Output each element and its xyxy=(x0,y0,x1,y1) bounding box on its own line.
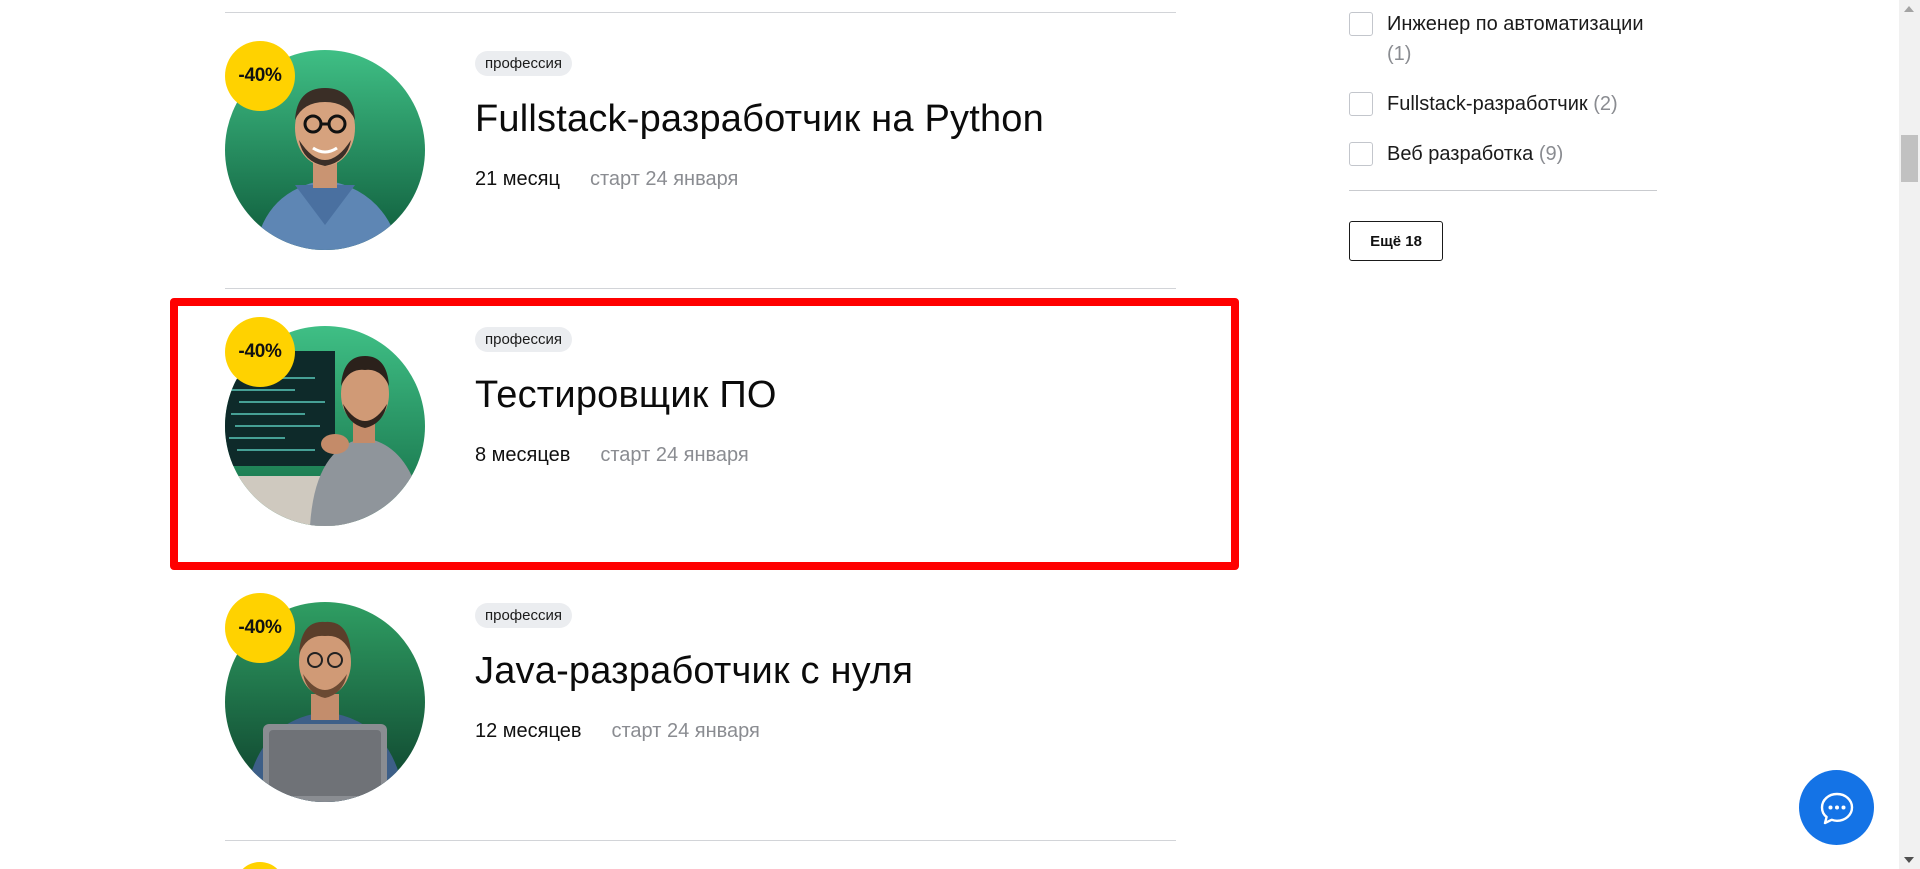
filter-checkbox[interactable] xyxy=(1349,142,1373,166)
discount-badge: -40% xyxy=(225,317,295,387)
chat-button[interactable] xyxy=(1799,770,1874,845)
course-duration: 12 месяцев xyxy=(475,720,582,742)
course-start-date: старт 24 января xyxy=(589,168,739,190)
course-start-date: старт 24 января xyxy=(600,444,749,466)
course-card[interactable]: -40% профессия Java-разработчик с нуля 1… xyxy=(225,564,1176,839)
filter-count: (1) xyxy=(1387,43,1412,65)
course-title[interactable]: Fullstack-разработчик на Python xyxy=(475,94,1044,144)
course-meta: 21 месяц старт 24 января xyxy=(475,166,738,192)
course-title[interactable]: Тестировщик ПО xyxy=(475,370,777,420)
discount-badge: -40% xyxy=(225,41,295,111)
filter-label-text: Инженер по автоматизации xyxy=(1387,13,1644,35)
filter-checkbox[interactable] xyxy=(1349,12,1373,36)
course-duration: 8 месяцев xyxy=(475,444,571,466)
filter-count: (2) xyxy=(1593,93,1618,115)
course-duration: 21 месяц xyxy=(475,168,560,190)
course-meta: 8 месяцев старт 24 января xyxy=(475,442,749,468)
course-title[interactable]: Java-разработчик с нуля xyxy=(475,646,913,696)
scroll-up-arrow-icon[interactable] xyxy=(1904,6,1914,12)
vertical-scrollbar[interactable] xyxy=(1899,0,1920,869)
discount-badge: -40% xyxy=(225,593,295,663)
course-type-tag: профессия xyxy=(475,603,572,628)
course-catalog-page: -40% профессия Fullstack-разработчик на … xyxy=(0,0,1920,869)
filter-option[interactable]: Fullstack-разработчик (2) xyxy=(1349,92,1618,119)
filter-label[interactable]: Fullstack-разработчик (2) xyxy=(1387,89,1618,119)
filter-label[interactable]: Веб разработка (9) xyxy=(1387,139,1563,169)
course-type-tag: профессия xyxy=(475,51,572,76)
scroll-down-arrow-icon[interactable] xyxy=(1904,857,1914,863)
chat-bubble-icon xyxy=(1820,792,1853,824)
filter-label-text: Веб разработка xyxy=(1387,143,1534,165)
course-meta: 12 месяцев старт 24 января xyxy=(475,718,760,744)
list-divider xyxy=(225,840,1176,841)
filter-label[interactable]: Инженер по автоматизации (1) xyxy=(1387,9,1687,69)
filter-checkbox[interactable] xyxy=(1349,92,1373,116)
filter-count: (9) xyxy=(1538,143,1564,165)
sidebar-divider xyxy=(1349,190,1657,191)
filter-option[interactable]: Веб разработка (9) xyxy=(1349,142,1563,169)
scrollbar-thumb[interactable] xyxy=(1901,135,1918,182)
course-type-tag: профессия xyxy=(475,327,572,352)
course-card[interactable]: -40% профессия Тестировщик ПО 8 месяцев с… xyxy=(225,288,1176,563)
filter-label-text: Fullstack-разработчик xyxy=(1387,93,1588,115)
next-discount-badge xyxy=(235,862,285,869)
filter-option[interactable]: Инженер по автоматизации (1) xyxy=(1349,12,1687,69)
course-start-date: старт 24 января xyxy=(611,720,760,742)
course-card[interactable]: -40% профессия Fullstack-разработчик на … xyxy=(225,12,1176,287)
show-more-filters-button[interactable]: Ещё 18 xyxy=(1349,221,1443,261)
